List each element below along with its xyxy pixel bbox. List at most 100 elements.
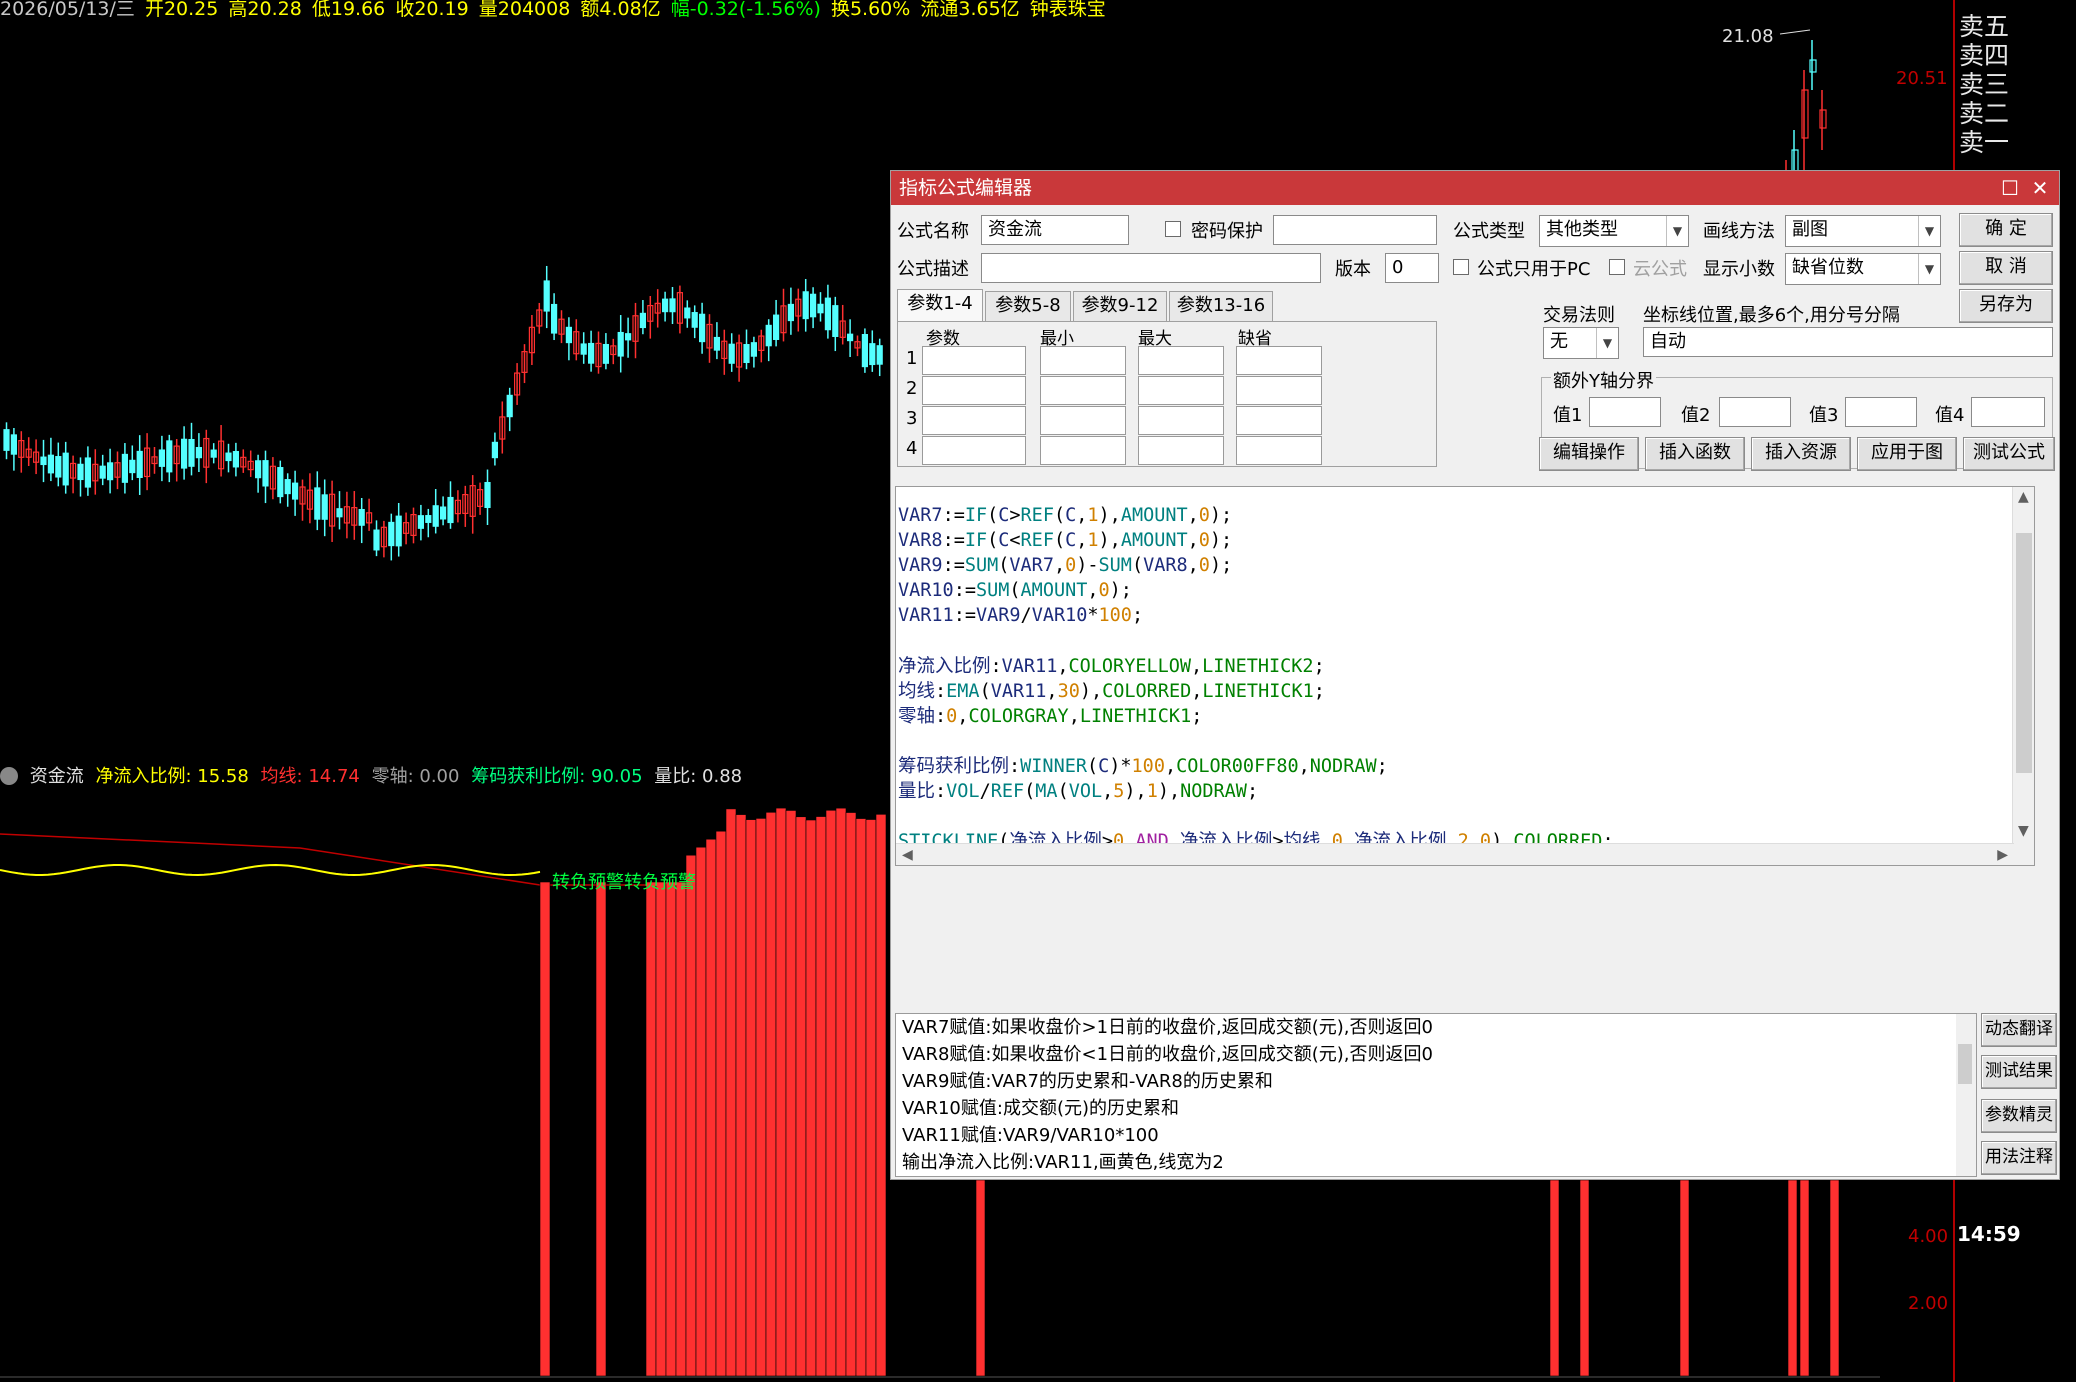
editor-horizontal-scrollbar[interactable]: ◀ ▶ bbox=[896, 843, 2014, 865]
maximize-icon[interactable]: ☐ bbox=[1995, 171, 2025, 205]
pc-only-checkbox[interactable] bbox=[1453, 259, 1469, 275]
candle-body bbox=[787, 303, 795, 322]
tab-params-13-16[interactable]: 参数13-16 bbox=[1169, 291, 1273, 321]
chevron-down-icon[interactable]: ▼ bbox=[1918, 216, 1940, 246]
ok-button[interactable]: 确 定 bbox=[1959, 213, 2053, 247]
warning-text: 转负预警转负预警 bbox=[552, 872, 696, 893]
candle-body bbox=[358, 508, 365, 526]
chevron-down-icon[interactable]: ▼ bbox=[1596, 328, 1618, 358]
orderbook-row: 卖五 bbox=[1959, 12, 2010, 41]
param-min-cell[interactable] bbox=[1040, 376, 1126, 405]
chevron-down-icon[interactable]: ▼ bbox=[1666, 216, 1688, 246]
param-default-cell[interactable] bbox=[1236, 346, 1322, 375]
candle-body bbox=[728, 343, 735, 364]
trade-rule-select[interactable]: 无 ▼ bbox=[1543, 327, 1619, 359]
saveas-button[interactable]: 另存为 bbox=[1959, 289, 2053, 323]
indicator-name: 资金流 bbox=[29, 766, 84, 787]
indicator-item-ma: 均线: 14.74 bbox=[260, 766, 360, 787]
scroll-left-icon[interactable]: ◀ bbox=[902, 847, 913, 863]
version-input[interactable]: 0 bbox=[1385, 253, 1439, 283]
usage-notes-button[interactable]: 用法注释 bbox=[1981, 1141, 2057, 1175]
scroll-thumb[interactable] bbox=[2016, 533, 2032, 773]
draw-method-label: 画线方法 bbox=[1703, 221, 1775, 242]
formula-desc-input[interactable] bbox=[981, 253, 1321, 283]
tab-params-5-8[interactable]: 参数5-8 bbox=[985, 291, 1071, 321]
param-name-cell[interactable] bbox=[922, 376, 1026, 405]
cloud-label: 云公式 bbox=[1633, 259, 1687, 280]
candle-body bbox=[1819, 109, 1827, 129]
scroll-thumb[interactable] bbox=[1958, 1044, 1972, 1084]
param-min-cell[interactable] bbox=[1040, 346, 1126, 375]
formula-name-label: 公式名称 bbox=[897, 221, 969, 242]
param-row-index: 2 bbox=[906, 378, 918, 399]
coord-input[interactable]: 自动 bbox=[1643, 327, 2053, 357]
edit-ops-button[interactable]: 编辑操作 bbox=[1539, 437, 1639, 471]
param-name-cell[interactable] bbox=[922, 346, 1026, 375]
candle-body bbox=[314, 487, 321, 520]
password-input[interactable] bbox=[1273, 215, 1437, 245]
stick-bar bbox=[795, 816, 807, 1377]
candle-body bbox=[580, 343, 587, 355]
cloud-checkbox[interactable] bbox=[1609, 259, 1625, 275]
candle-body bbox=[772, 314, 780, 340]
param-default-cell[interactable] bbox=[1236, 436, 1322, 465]
insert-resource-button[interactable]: 插入资源 bbox=[1751, 437, 1851, 471]
password-checkbox[interactable] bbox=[1165, 221, 1181, 237]
close-icon[interactable]: ✕ bbox=[2025, 171, 2055, 205]
trade-rule-value: 无 bbox=[1550, 331, 1568, 352]
formula-type-select[interactable]: 其他类型 ▼ bbox=[1539, 215, 1689, 247]
value-input[interactable] bbox=[1971, 397, 2045, 427]
explanation-scrollbar[interactable] bbox=[1956, 1014, 1976, 1176]
param-name-cell[interactable] bbox=[922, 406, 1026, 435]
formula-name-input[interactable]: 资金流 bbox=[981, 215, 1129, 245]
quote-high: 高20.28 bbox=[228, 0, 302, 20]
param-min-cell[interactable] bbox=[1040, 436, 1126, 465]
tab-params-1-4[interactable]: 参数1-4 bbox=[897, 289, 983, 321]
draw-method-select[interactable]: 副图 ▼ bbox=[1785, 215, 1941, 247]
indicator-toggle-icon[interactable] bbox=[0, 767, 18, 785]
indicator-item-volratio: 量比: 0.88 bbox=[654, 766, 743, 787]
insert-function-button[interactable]: 插入函数 bbox=[1645, 437, 1745, 471]
candle-body bbox=[373, 529, 380, 551]
param-row-index: 3 bbox=[906, 408, 918, 429]
param-max-cell[interactable] bbox=[1138, 436, 1224, 465]
editor-vertical-scrollbar[interactable]: ▲ ▼ bbox=[2012, 487, 2034, 865]
formula-code-text[interactable]: VAR7:=IF(C>REF(C,1),AMOUNT,0); VAR8:=IF(… bbox=[898, 503, 1754, 865]
param-name-cell[interactable] bbox=[922, 436, 1026, 465]
indicator-item-net-inflow: 净流入比例: 15.58 bbox=[95, 766, 249, 787]
candle-body bbox=[106, 462, 114, 481]
scroll-down-icon[interactable]: ▼ bbox=[2018, 823, 2029, 839]
param-default-cell[interactable] bbox=[1236, 376, 1322, 405]
param-default-cell[interactable] bbox=[1236, 406, 1322, 435]
value-input[interactable] bbox=[1845, 397, 1917, 427]
formula-code-editor[interactable]: VAR7:=IF(C>REF(C,1),AMOUNT,0); VAR8:=IF(… bbox=[895, 486, 2035, 866]
param-max-cell[interactable] bbox=[1138, 406, 1224, 435]
param-max-cell[interactable] bbox=[1138, 376, 1224, 405]
value-input[interactable] bbox=[1589, 397, 1661, 427]
chevron-down-icon[interactable]: ▼ bbox=[1918, 254, 1940, 284]
candle-body bbox=[99, 465, 106, 479]
test-formula-button[interactable]: 测试公式 bbox=[1963, 437, 2055, 471]
param-max-cell[interactable] bbox=[1138, 346, 1224, 375]
apply-to-chart-button[interactable]: 应用于图 bbox=[1857, 437, 1957, 471]
formula-type-value: 其他类型 bbox=[1546, 219, 1618, 240]
param-wizard-button[interactable]: 参数精灵 bbox=[1981, 1099, 2057, 1133]
candle-body bbox=[77, 463, 84, 481]
dialog-titlebar[interactable]: 指标公式编辑器 ☐ ✕ bbox=[891, 171, 2059, 205]
dynamic-translate-button[interactable]: 动态翻译 bbox=[1981, 1013, 2057, 1047]
decimals-select[interactable]: 缺省位数 ▼ bbox=[1785, 253, 1941, 285]
scroll-right-icon[interactable]: ▶ bbox=[1997, 847, 2008, 863]
param-min-cell[interactable] bbox=[1040, 406, 1126, 435]
value-input[interactable] bbox=[1719, 397, 1791, 427]
quote-close: 收20.19 bbox=[395, 0, 469, 20]
candle-body bbox=[136, 450, 143, 478]
candle-body bbox=[84, 457, 92, 488]
scroll-up-icon[interactable]: ▲ bbox=[2018, 489, 2029, 505]
candle-body bbox=[832, 305, 839, 337]
test-result-button[interactable]: 测试结果 bbox=[1981, 1055, 2057, 1089]
candle-body bbox=[624, 333, 632, 341]
indicator-item-winner: 筹码获利比例: 90.05 bbox=[471, 766, 643, 787]
candle-body bbox=[62, 452, 69, 486]
cancel-button[interactable]: 取 消 bbox=[1959, 251, 2053, 285]
tab-params-9-12[interactable]: 参数9-12 bbox=[1073, 291, 1167, 321]
